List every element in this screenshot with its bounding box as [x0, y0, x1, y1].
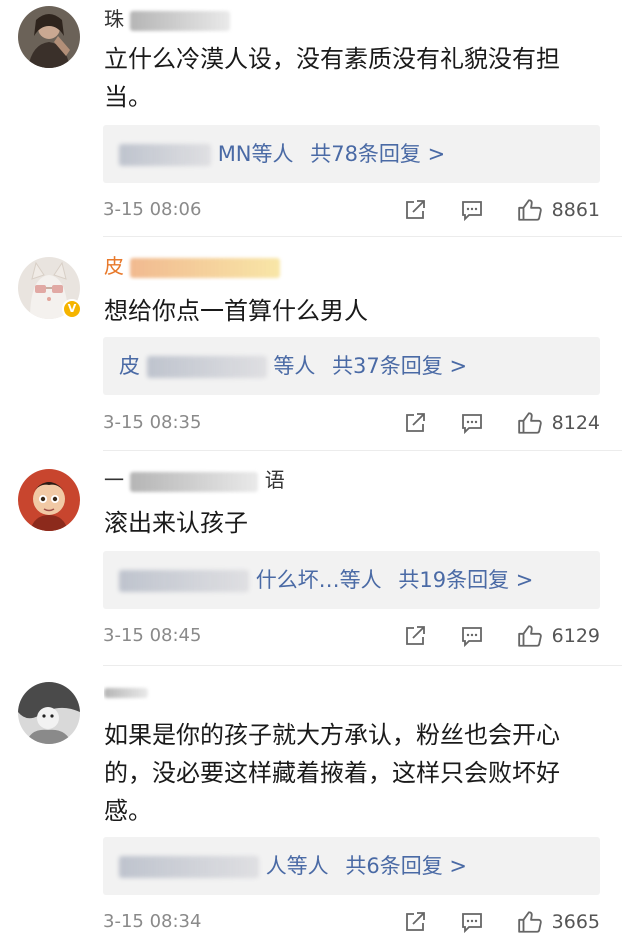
username-blurred — [130, 471, 259, 492]
username-blurred — [104, 687, 148, 698]
reply-names-blurred — [119, 856, 259, 878]
avatar[interactable] — [18, 682, 80, 744]
reply-count-link[interactable]: 共78条回复 > — [310, 142, 445, 166]
thumbs-up-icon[interactable] — [517, 410, 543, 436]
share-icon[interactable] — [403, 411, 427, 435]
reply-names: 等人 — [273, 354, 316, 378]
thumbs-up-icon[interactable] — [517, 909, 543, 935]
username-blurred — [130, 257, 281, 278]
reply-names-blurred — [119, 144, 211, 166]
timestamp: 3-15 08:34 — [103, 911, 202, 932]
reply-names-blurred — [119, 570, 249, 592]
divider — [103, 450, 622, 451]
avatar[interactable] — [18, 6, 80, 68]
reply-summary[interactable]: 皮 等人 共37条回复 > — [103, 337, 600, 395]
username[interactable]: 一 语 — [104, 465, 304, 495]
share-icon[interactable] — [403, 198, 427, 222]
username-tail: 语 — [264, 468, 285, 492]
username[interactable] — [104, 676, 304, 706]
like-count: 3665 — [551, 911, 600, 933]
reply-count-link[interactable]: 共6条回复 > — [345, 854, 467, 878]
share-icon[interactable] — [403, 910, 427, 934]
thumbs-up-icon[interactable] — [517, 197, 543, 223]
like-count: 6129 — [551, 625, 600, 647]
comment-text: 立什么冷漠人设，没有素质没有礼貌没有担当。 — [104, 45, 560, 111]
comment-meta: 3-15 08:35 8124 — [103, 408, 600, 438]
reply-count-link[interactable]: 共19条回复 > — [398, 568, 533, 592]
like-count: 8861 — [551, 199, 600, 221]
divider — [103, 236, 622, 237]
comment-meta: 3-15 08:34 3665 — [103, 907, 600, 937]
comment-icon[interactable] — [460, 624, 484, 648]
timestamp: 3-15 08:06 — [103, 199, 202, 220]
comment-icon[interactable] — [460, 198, 484, 222]
divider — [103, 665, 622, 666]
username-blurred — [130, 10, 231, 31]
reply-summary[interactable]: 什么坏…等人 共19条回复 > — [103, 551, 600, 609]
username-visible: 珠 — [104, 7, 124, 31]
comment-icon[interactable] — [460, 910, 484, 934]
comment-meta: 3-15 08:06 8861 — [103, 195, 600, 225]
username-visible: 一 — [104, 468, 124, 492]
reply-summary[interactable]: 人等人 共6条回复 > — [103, 837, 600, 895]
comment-text: 想给你点一首算什么男人 — [104, 297, 368, 325]
comment-text: 滚出来认孩子 — [104, 509, 248, 537]
avatar[interactable] — [18, 469, 80, 531]
reply-prefix: 皮 — [119, 354, 140, 378]
reply-summary[interactable]: MN等人 共78条回复 > — [103, 125, 600, 183]
like-count: 8124 — [551, 412, 600, 434]
reply-count-link[interactable]: 共37条回复 > — [332, 354, 467, 378]
timestamp: 3-15 08:45 — [103, 625, 202, 646]
avatar[interactable]: V — [18, 257, 82, 319]
username[interactable]: 皮 — [104, 251, 304, 281]
share-icon[interactable] — [403, 624, 427, 648]
verified-badge-icon: V — [62, 299, 82, 319]
comment-icon[interactable] — [460, 411, 484, 435]
reply-names: MN等人 — [217, 142, 294, 166]
reply-names: 什么坏…等人 — [255, 568, 382, 592]
reply-names: 人等人 — [265, 854, 329, 878]
reply-names-blurred — [146, 356, 267, 378]
timestamp: 3-15 08:35 — [103, 412, 202, 433]
thumbs-up-icon[interactable] — [517, 623, 543, 649]
comment-text: 如果是你的孩子就大方承认，粉丝也会开心的，没必要这样藏着掖着，这样只会败坏好感。 — [104, 721, 560, 825]
comment-meta: 3-15 08:45 6129 — [103, 621, 600, 651]
username[interactable]: 珠 — [104, 4, 304, 34]
username-visible: 皮 — [104, 254, 124, 278]
